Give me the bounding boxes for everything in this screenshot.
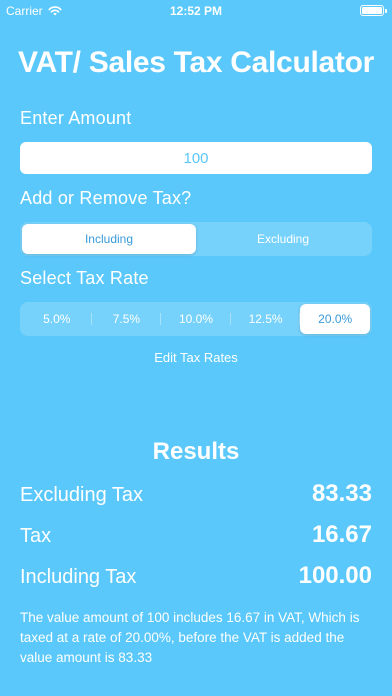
summary-text: The value amount of 100 includes 16.67 i… xyxy=(20,610,360,665)
segment-rate-7-5[interactable]: 7.5% xyxy=(92,304,162,334)
result-row-including: Including Tax 100.00 xyxy=(20,562,372,590)
status-time: 12:52 PM xyxy=(169,4,223,18)
result-label: Tax xyxy=(20,525,52,547)
tax-rate-segmented-control[interactable]: 5.0% 7.5% 10.0% 12.5% 20.0% xyxy=(20,302,372,336)
results-title: Results xyxy=(152,438,240,465)
page-title: VAT/ Sales Tax Calculator xyxy=(18,46,374,79)
result-row-excluding: Excluding Tax 83.33 xyxy=(20,480,372,508)
result-value: 83.33 xyxy=(311,480,372,507)
segment-excluding[interactable]: Excluding xyxy=(196,224,370,254)
amount-label: Enter Amount xyxy=(20,108,132,128)
segment-rate-10[interactable]: 10.0% xyxy=(161,304,231,334)
result-row-tax: Tax 16.67 xyxy=(20,521,372,549)
tax-rate-label: Select Tax Rate xyxy=(20,268,149,288)
tax-mode-label: Add or Remove Tax? xyxy=(20,188,192,208)
segment-rate-12-5[interactable]: 12.5% xyxy=(231,304,301,334)
result-value: 100.00 xyxy=(298,562,372,589)
segment-including[interactable]: Including xyxy=(22,224,196,254)
result-label: Excluding Tax xyxy=(20,484,144,506)
tax-mode-segmented-control[interactable]: Including Excluding xyxy=(20,222,372,256)
status-bar: Carrier 12:52 PM xyxy=(0,0,392,22)
battery-icon xyxy=(360,5,387,16)
result-value: 16.67 xyxy=(311,521,372,548)
edit-tax-rates-button[interactable]: Edit Tax Rates xyxy=(0,350,392,365)
result-label: Including Tax xyxy=(20,566,137,588)
amount-input[interactable] xyxy=(20,142,372,174)
segment-rate-20[interactable]: 20.0% xyxy=(300,304,370,334)
segment-rate-5[interactable]: 5.0% xyxy=(22,304,92,334)
